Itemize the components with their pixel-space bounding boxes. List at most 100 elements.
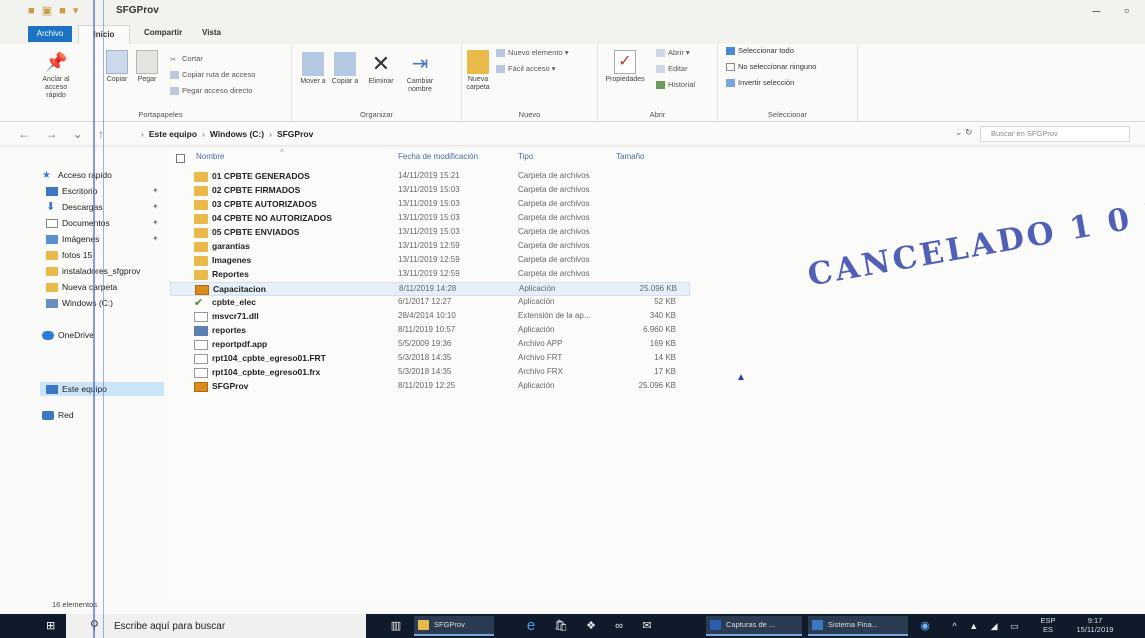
dropbox-icon[interactable]: ❖: [582, 618, 600, 634]
language-indicator[interactable]: ESP ES: [1036, 616, 1060, 634]
window-controls-icon[interactable]: – ▫: [1092, 2, 1139, 18]
chrome-icon[interactable]: ◉: [916, 618, 934, 634]
group-seleccionar: Seleccionar todo No seleccionar ninguno …: [718, 44, 858, 122]
table-row[interactable]: rpt104_cpbte_egreso01.frx 5/3/2018 14:35 A…: [170, 366, 690, 380]
cell-date: 13/11/2019 15:03: [398, 213, 460, 222]
paste-icon: [136, 50, 158, 74]
crumb-sfgprov[interactable]: SFGProv: [277, 129, 313, 139]
invert-selection-button[interactable]: Invertir selección: [726, 78, 794, 88]
table-row[interactable]: rpt104_cpbte_egreso01.FRT 5/3/2018 14:35 A…: [170, 352, 690, 366]
delete-icon: ✕: [371, 51, 391, 76]
infinity-app-icon[interactable]: ∞: [610, 618, 628, 634]
windows-start-icon[interactable]: ⊞: [46, 620, 58, 632]
edge-browser-icon[interactable]: e: [522, 618, 540, 634]
table-row[interactable]: 05 CPBTE ENVIADOS 13/11/2019 15:03 Carpeta…: [170, 226, 690, 240]
properties-check-icon: ✓: [614, 50, 636, 74]
ribbon-tabs: Archivo Inicio Compartir Vista: [0, 24, 1145, 44]
pin-icon[interactable]: ✦: [152, 234, 159, 243]
cell-type: Carpeta de archivos: [518, 269, 590, 278]
table-row[interactable]: reportpdf.app 5/5/2009 19:36 Archivo APP 16…: [170, 338, 690, 352]
table-row[interactable]: 04 CPBTE NO AUTORIZADOS 13/11/2019 15:03 C…: [170, 212, 690, 226]
shortcut-icon: [170, 87, 179, 96]
system-tray-icons[interactable]: ^ ▲ ◢ ▭: [948, 618, 1028, 634]
paste-shortcut-button[interactable]: Pegar acceso directo: [170, 86, 252, 96]
taskbar-search-input[interactable]: Escribe aquí para buscar: [114, 621, 225, 632]
table-row[interactable]: 02 CPBTE FIRMADOS 13/11/2019 15:03 Carpeta…: [170, 184, 690, 198]
table-row[interactable]: SFGProv 8/11/2019 12:25 Aplicación 25.096 K…: [170, 380, 690, 394]
crumb-este-equipo[interactable]: Este equipo: [149, 129, 197, 139]
copy-button[interactable]: Copiar: [104, 50, 130, 84]
app-window-icon: [812, 620, 823, 630]
pin-button[interactable]: 📌 Anclar al acceso rápido: [36, 50, 76, 100]
rename-button[interactable]: ⇥ Cambiar nombre: [400, 52, 440, 94]
column-header-type[interactable]: Tipo: [518, 152, 533, 161]
properties-button[interactable]: ✓ Propiedades: [598, 50, 652, 84]
breadcrumb[interactable]: › Este equipo › Windows (C:) › SFGProv: [136, 126, 956, 142]
pin-icon[interactable]: ✦: [152, 202, 159, 211]
tab-vista[interactable]: Vista: [202, 28, 221, 37]
cell-name: Capacitacion: [213, 284, 266, 294]
new-item-button[interactable]: Nuevo elemento ▾: [496, 48, 568, 58]
tab-compartir[interactable]: Compartir: [144, 28, 182, 37]
table-row[interactable]: 03 CPBTE AUTORIZADOS 13/11/2019 15:03 Carp…: [170, 198, 690, 212]
pin-icon[interactable]: ✦: [152, 218, 159, 227]
mail-icon[interactable]: ✉: [638, 618, 656, 634]
search-input[interactable]: Buscar en SFGProv: [980, 126, 1130, 142]
sidebar-item-imagenes[interactable]: Imágenes ✦: [46, 234, 159, 245]
copy-path-button[interactable]: Copiar ruta de acceso: [170, 70, 255, 80]
nav-arrows-icon[interactable]: ← → ⌄ ↑: [18, 127, 110, 141]
copy-to-button[interactable]: Copiar a: [330, 52, 360, 86]
refresh-icon[interactable]: ⌄ ↻: [955, 127, 973, 138]
table-row[interactable]: 01 CPBTE GENERADOS 14/11/2019 15:21 Carpet…: [170, 170, 690, 184]
table-row[interactable]: Capacitacion 8/11/2019 14:28 Aplicación 25.…: [170, 282, 690, 296]
pin-icon[interactable]: ✦: [152, 186, 159, 195]
column-header-size[interactable]: Tamaño: [616, 152, 644, 161]
new-folder-button[interactable]: Nueva carpeta: [462, 50, 494, 92]
table-row[interactable]: msvcr71.dll 28/4/2014 10:10 Extensión de l…: [170, 310, 690, 324]
taskbar-app-sistema[interactable]: Sistema Fina...: [808, 616, 908, 636]
paste-button[interactable]: Pegar: [134, 50, 160, 84]
new-folder-icon: [467, 50, 489, 74]
table-row[interactable]: reportes 8/11/2019 10:57 Aplicación 6.960 K…: [170, 324, 690, 338]
cut-button[interactable]: ✂ Cortar: [170, 54, 203, 64]
select-none-button[interactable]: No seleccionar ninguno: [726, 62, 816, 72]
move-to-button[interactable]: Mover a: [298, 52, 328, 86]
table-row[interactable]: Reportes 13/11/2019 12:59 Carpeta de archi…: [170, 268, 690, 282]
taskbar-search-box[interactable]: ⚲ Escribe aquí para buscar: [66, 614, 366, 638]
select-all-button[interactable]: Seleccionar todo: [726, 46, 794, 56]
folder-icon: [194, 186, 208, 196]
sidebar-item-este-equipo[interactable]: Este equipo: [40, 382, 164, 397]
select-all-checkbox[interactable]: [176, 154, 185, 163]
tab-inicio[interactable]: Inicio: [78, 25, 130, 44]
sidebar-item-acceso-rapido[interactable]: ★ Acceso rápido: [42, 170, 112, 181]
clock[interactable]: 9:17 15/11/2019: [1062, 616, 1128, 634]
column-header-date[interactable]: Fecha de modificación: [398, 152, 478, 161]
history-button[interactable]: Historial: [656, 80, 695, 90]
quick-access-toolbar-icon[interactable]: ■ ▣ ■ ▾: [28, 4, 80, 17]
edit-button[interactable]: Editar: [656, 64, 688, 74]
sidebar-item-documentos[interactable]: Documentos ✦: [46, 218, 159, 229]
cell-size: 25.096 KB: [639, 284, 677, 293]
easy-access-button[interactable]: Fácil acceso ▾: [496, 64, 556, 74]
sidebar-item-red[interactable]: Red: [42, 410, 74, 421]
cell-name: Reportes: [212, 269, 249, 279]
cell-date: 13/11/2019 15:03: [398, 227, 460, 236]
download-icon: ⬇: [46, 201, 56, 214]
sidebar-item-fotos-15[interactable]: fotos 15: [46, 250, 92, 261]
tab-archivo[interactable]: Archivo: [28, 26, 72, 42]
delete-button[interactable]: ✕ Eliminar: [364, 52, 398, 86]
store-icon[interactable]: 🛍: [552, 618, 570, 634]
history-icon: [656, 81, 665, 90]
task-view-icon[interactable]: ▥: [388, 618, 404, 634]
sidebar-item-escritorio[interactable]: Escritorio ✦: [46, 186, 159, 197]
sidebar-item-nueva-carpeta[interactable]: Nueva carpeta: [46, 282, 117, 293]
table-row[interactable]: garantias 13/11/2019 12:59 Carpeta de arch…: [170, 240, 690, 254]
crumb-windows-c[interactable]: Windows (C:): [210, 129, 264, 139]
sidebar-item-onedrive[interactable]: OneDrive: [42, 330, 94, 341]
taskbar-app-sfgprov[interactable]: SFGProv: [414, 616, 494, 636]
column-header-name[interactable]: Nombre: [196, 152, 224, 161]
table-row[interactable]: Imagenes 13/11/2019 12:59 Carpeta de archi…: [170, 254, 690, 268]
open-button[interactable]: Abrir ▾: [656, 48, 690, 58]
table-row[interactable]: ✔ cpbte_elec 6/1/2017 12:27 Aplicación 52 KB: [170, 296, 690, 310]
taskbar-app-capturas[interactable]: Capturas de ...: [706, 616, 802, 636]
